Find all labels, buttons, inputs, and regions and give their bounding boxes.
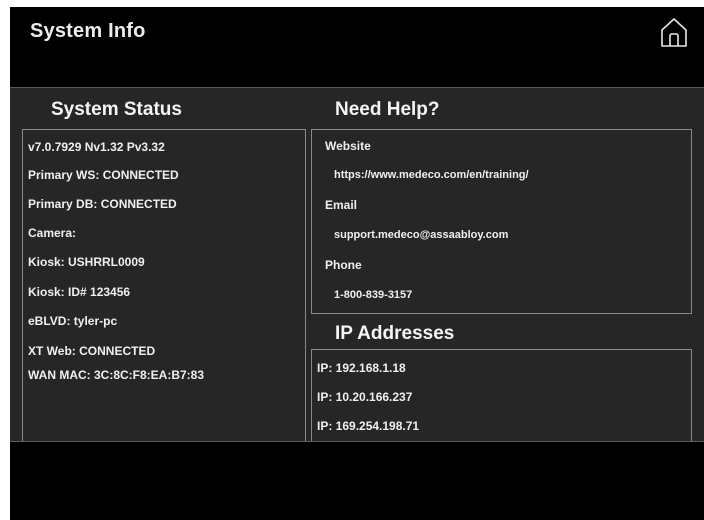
website-link[interactable]: https://www.medeco.com/en/training/ (334, 169, 529, 181)
phone-label: Phone (325, 258, 362, 272)
ip-address-item: IP: 10.20.166.237 (317, 390, 413, 404)
website-label: Website (325, 139, 371, 153)
header-bar: System Info (10, 7, 704, 87)
system-status-heading: System Status (51, 99, 182, 120)
system-info-screen: System Info System Status v7.0.7929 Nv1.… (10, 7, 704, 520)
status-line-primary-db: Primary DB: CONNECTED (28, 197, 177, 211)
status-line-version: v7.0.7929 Nv1.32 Pv3.32 (28, 140, 165, 154)
footer-bar (10, 442, 704, 520)
need-help-panel: Website https://www.medeco.com/en/traini… (311, 129, 692, 314)
status-line-camera: Camera: (28, 226, 77, 240)
status-line-kiosk-id: Kiosk: ID# 123456 (28, 285, 131, 299)
status-line-eblvd: eBLVD: tyler-pc (28, 314, 118, 328)
page-title: System Info (30, 20, 146, 42)
email-label: Email (325, 198, 358, 212)
status-line-kiosk: Kiosk: USHRRL0009 (28, 255, 145, 269)
phone-value: 1-800-839-3157 (334, 289, 413, 301)
ip-address-item: IP: 192.168.1.18 (317, 361, 406, 375)
need-help-heading: Need Help? (335, 99, 440, 120)
info-content: System Status v7.0.7929 Nv1.32 Pv3.32 Pr… (10, 88, 704, 447)
status-line-primary-ws: Primary WS: CONNECTED (28, 168, 179, 182)
ip-addresses-panel: IP: 192.168.1.18 IP: 10.20.166.237 IP: 1… (311, 349, 692, 447)
home-button[interactable] (659, 15, 689, 49)
status-line-xt-web: XT Web: CONNECTED (28, 344, 156, 358)
status-line-wan-mac: WAN MAC: 3C:8C:F8:EA:B7:83 (28, 368, 205, 382)
email-link[interactable]: support.medeco@assaabloy.com (334, 229, 508, 241)
home-icon (661, 18, 687, 47)
ip-addresses-heading: IP Addresses (335, 323, 455, 344)
system-status-panel: v7.0.7929 Nv1.32 Pv3.32 Primary WS: CONN… (22, 129, 306, 447)
ip-address-item: IP: 169.254.198.71 (317, 419, 420, 433)
